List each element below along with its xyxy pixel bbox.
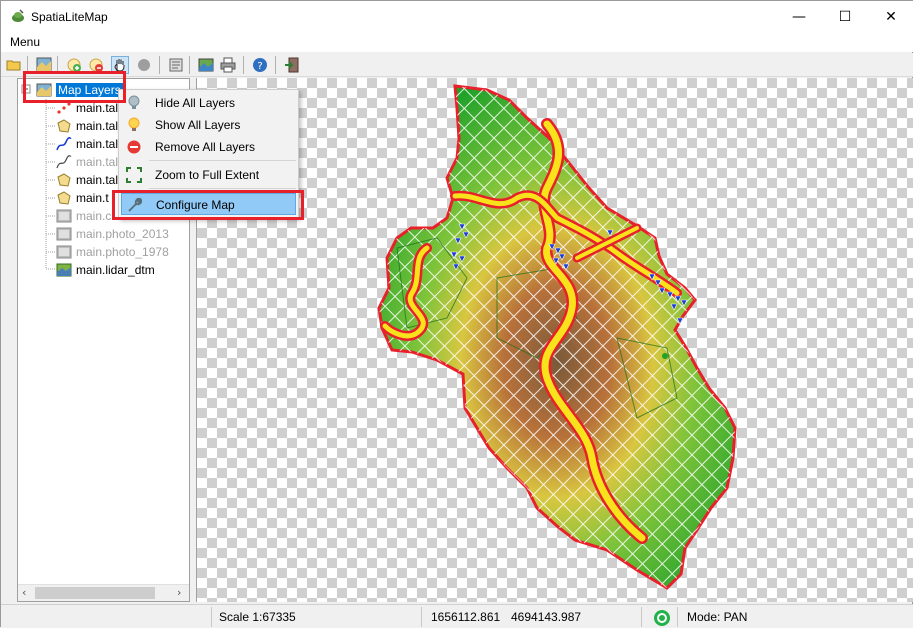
tree-layer-label: main.lidar_dtm xyxy=(76,263,155,277)
app-logo-icon xyxy=(12,9,24,22)
print-icon[interactable] xyxy=(219,56,237,74)
tree-layer-item[interactable]: main.t xyxy=(56,190,109,206)
svg-text:?: ? xyxy=(257,61,262,72)
raster-layer-icon xyxy=(56,209,72,223)
menu-item-zoom-full-extent[interactable]: Zoom to Full Extent xyxy=(121,164,296,186)
menu-item-label: Zoom to Full Extent xyxy=(155,168,260,182)
scroll-right-icon[interactable]: › xyxy=(177,586,181,599)
bulb-on-icon xyxy=(128,117,140,131)
minimize-button[interactable]: — xyxy=(776,1,822,32)
line-layer-icon xyxy=(56,137,72,151)
tree-layer-item[interactable]: main.tal xyxy=(56,136,118,152)
tree-layer-item[interactable]: main.photo_2013 xyxy=(56,226,169,242)
zoom-extent-icon xyxy=(126,167,142,183)
annotation-highlight-map-layers xyxy=(23,71,126,103)
menu-item-label: Show All Layers xyxy=(155,118,241,132)
raster-layer-icon xyxy=(56,263,72,277)
app-window: SpatiaLiteMap — ☐ ✕ Menu ? Map Layers ma… xyxy=(0,0,913,628)
tree-layer-label: main.t xyxy=(76,191,109,205)
left-gutter xyxy=(1,78,17,602)
menu-item-show-all-layers[interactable]: Show All Layers xyxy=(121,114,296,136)
help-icon[interactable]: ? xyxy=(251,56,269,74)
close-button[interactable]: ✕ xyxy=(868,1,913,32)
tree-layer-label: main.photo_1978 xyxy=(76,245,169,259)
tree-layer-label: main.photo_2013 xyxy=(76,227,169,241)
polygon-layer-icon xyxy=(57,191,71,205)
status-indicator-icon xyxy=(654,610,670,626)
exit-icon[interactable] xyxy=(283,56,301,74)
menu-item-remove-all-layers[interactable]: Remove All Layers xyxy=(121,136,296,158)
menu-bar: Menu xyxy=(1,32,913,52)
menu-item-label: Remove All Layers xyxy=(155,140,256,154)
tree-layer-item[interactable]: main.tal xyxy=(56,154,118,170)
status-x-coordinate: 1656112.861 xyxy=(431,610,501,624)
tree-layer-item[interactable]: main.tal xyxy=(56,118,118,134)
tree-layer-item[interactable]: main.c xyxy=(56,208,111,224)
menu-separator xyxy=(149,160,296,161)
menu-item-hide-all-layers[interactable]: Hide All Layers xyxy=(121,92,296,114)
title-bar: SpatiaLiteMap — ☐ ✕ xyxy=(1,1,913,32)
raster-layer-icon xyxy=(56,245,72,259)
toolbar: ? xyxy=(1,53,913,77)
bulb-off-icon xyxy=(128,95,140,109)
menu-main[interactable]: Menu xyxy=(10,35,40,49)
remove-icon xyxy=(127,140,141,154)
menu-separator xyxy=(149,188,296,189)
status-y-coordinate: 4694143.987 xyxy=(511,610,582,624)
status-bar: Scale 1:67335 1656112.861 4694143.987 Mo… xyxy=(1,604,913,628)
scroll-thumb[interactable] xyxy=(35,587,155,599)
raster-layer-icon xyxy=(56,227,72,241)
point-layer-icon xyxy=(57,102,71,114)
status-scale: Scale 1:67335 xyxy=(219,610,296,624)
scroll-left-icon[interactable]: ‹ xyxy=(22,586,26,599)
map-rendering xyxy=(377,84,737,590)
tree-layer-item[interactable]: main.photo_1978 xyxy=(56,244,169,260)
maximize-button[interactable]: ☐ xyxy=(822,1,868,32)
tree-layer-label: main.tal xyxy=(76,173,119,187)
status-mode: Mode: PAN xyxy=(687,610,748,624)
tree-layer-label: main.tal xyxy=(76,101,119,115)
polygon-layer-icon xyxy=(57,173,71,187)
annotation-highlight-configure-map xyxy=(112,190,304,220)
window-title: SpatiaLiteMap xyxy=(31,10,108,24)
record-icon[interactable] xyxy=(135,56,153,74)
polygon-layer-icon xyxy=(57,119,71,133)
map-canvas[interactable] xyxy=(196,78,913,602)
line-layer-icon xyxy=(56,155,72,169)
tree-horizontal-scrollbar[interactable]: ‹ › xyxy=(18,584,189,601)
tree-layer-label: main.tal xyxy=(76,137,119,151)
open-folder-icon[interactable] xyxy=(5,56,23,74)
properties-icon[interactable] xyxy=(167,56,185,74)
image-icon[interactable] xyxy=(197,56,215,74)
tree-layer-label: main.tal xyxy=(76,119,119,133)
tree-layer-label: main.tal xyxy=(76,155,119,169)
tree-layer-item[interactable]: main.tal xyxy=(56,172,118,188)
tree-layer-label: main.c xyxy=(76,209,112,223)
tree-layer-item[interactable]: main.lidar_dtm xyxy=(56,262,155,278)
menu-item-label: Hide All Layers xyxy=(155,96,236,110)
